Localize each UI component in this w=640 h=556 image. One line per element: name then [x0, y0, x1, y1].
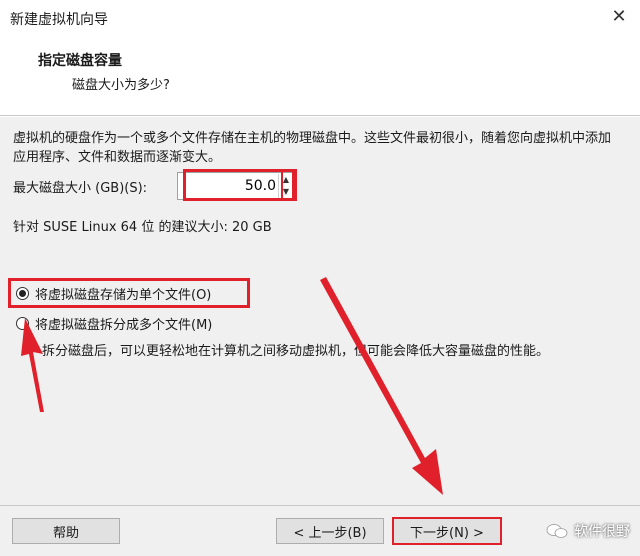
wizard-footer: 帮助 < 上一步(B) 下一步(N) > 软件很野 — [0, 506, 640, 556]
page-subtitle: 磁盘大小为多少? — [72, 78, 170, 93]
split-file-option[interactable]: 将虚拟磁盘拆分成多个文件(M) — [16, 313, 212, 333]
max-size-label: 最大磁盘大小 (GB)(S): — [13, 181, 148, 196]
disk-description: 虚拟机的硬盘作为一个或多个文件存储在主机的物理磁盘中。这些文件最初很小，随着您向… — [13, 131, 612, 165]
wizard-header: 指定磁盘容量 磁盘大小为多少? — [0, 36, 640, 114]
page-title: 指定磁盘容量 — [38, 53, 122, 69]
spin-up-icon[interactable]: ▲ — [279, 174, 293, 186]
window-title: 新建虚拟机向导 — [10, 12, 108, 28]
max-size-input[interactable] — [180, 176, 280, 196]
title-bar: 新建虚拟机向导 ✕ — [0, 0, 640, 36]
recommended-size: 针对 SUSE Linux 64 位 的建议大小: 20 GB — [13, 220, 272, 235]
single-file-radio[interactable] — [16, 286, 29, 300]
size-spinner[interactable]: ▲ ▼ — [278, 174, 293, 198]
split-description: 拆分磁盘后，可以更轻松地在计算机之间移动虚拟机，但可能会降低大容量磁盘的性能。 — [42, 344, 550, 359]
single-file-label: 将虚拟磁盘存储为单个文件(O) — [35, 287, 212, 303]
back-button[interactable]: < 上一步(B) — [276, 518, 384, 544]
help-button[interactable]: 帮助 — [12, 518, 120, 544]
max-size-stepper[interactable]: ▲ ▼ — [177, 172, 295, 200]
close-icon[interactable]: ✕ — [606, 4, 632, 30]
split-file-radio[interactable] — [16, 316, 29, 330]
watermark: 软件很野 — [546, 521, 630, 541]
wizard-body: 虚拟机的硬盘作为一个或多个文件存储在主机的物理磁盘中。这些文件最初很小，随着您向… — [0, 117, 640, 505]
split-file-label: 将虚拟磁盘拆分成多个文件(M) — [35, 317, 213, 333]
spin-down-icon[interactable]: ▼ — [279, 186, 293, 198]
wechat-icon — [546, 524, 568, 538]
single-file-option[interactable]: 将虚拟磁盘存储为单个文件(O) — [16, 283, 211, 303]
watermark-text: 软件很野 — [574, 524, 630, 540]
next-button[interactable]: 下一步(N) > — [392, 517, 502, 545]
header-divider — [0, 115, 640, 116]
